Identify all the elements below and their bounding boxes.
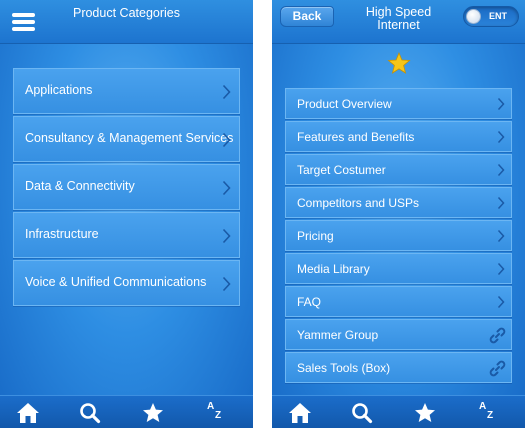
search-icon[interactable] — [77, 401, 103, 425]
list-item-media-library[interactable]: Media Library — [285, 253, 512, 284]
list-item-label: Sales Tools (Box) — [297, 361, 391, 375]
product-detail-screen: Back High Speed Internet ENT Product Ove… — [272, 0, 525, 428]
category-list: Applications Consultancy & Management Se… — [13, 68, 240, 308]
chevron-right-icon — [497, 295, 505, 309]
chevron-right-icon — [222, 132, 231, 148]
chevron-right-icon — [497, 196, 505, 210]
header-bar: Back High Speed Internet ENT — [272, 0, 525, 44]
chevron-right-icon — [222, 180, 231, 196]
category-label: Data & Connectivity — [25, 179, 135, 193]
list-item-label: Features and Benefits — [297, 130, 415, 144]
header-bar: Product Categories — [0, 0, 253, 44]
product-categories-screen: Product Categories Applications Consulta… — [0, 0, 253, 428]
page-title: Product Categories — [72, 6, 180, 20]
back-button[interactable]: Back — [280, 6, 334, 27]
list-item-label: FAQ — [297, 295, 322, 309]
list-item-pricing[interactable]: Pricing — [285, 220, 512, 251]
chevron-right-icon — [222, 228, 231, 244]
search-icon[interactable] — [349, 401, 375, 425]
page-title-line2: Internet — [377, 18, 420, 32]
toggle-knob — [466, 9, 481, 24]
category-label: Voice & Unified Communications — [25, 275, 207, 289]
category-label: Consultancy & Management Services — [25, 131, 234, 145]
list-item-competitors-usps[interactable]: Competitors and USPs — [285, 187, 512, 218]
home-icon[interactable] — [287, 401, 313, 425]
list-item-features-benefits[interactable]: Features and Benefits — [285, 121, 512, 152]
detail-list: Product Overview Features and Benefits T… — [285, 88, 512, 385]
category-item-infrastructure[interactable]: Infrastructure — [13, 212, 240, 258]
category-item-consultancy[interactable]: Consultancy & Management Services — [13, 116, 240, 162]
chevron-right-icon — [222, 276, 231, 292]
link-icon — [489, 327, 506, 344]
az-sort-icon[interactable]: A Z — [474, 401, 500, 425]
category-label: Infrastructure — [25, 227, 99, 241]
chevron-right-icon — [497, 262, 505, 276]
list-item-label: Pricing — [297, 229, 334, 243]
list-item-label: Product Overview — [297, 97, 392, 111]
category-item-applications[interactable]: Applications — [13, 68, 240, 114]
chevron-right-icon — [497, 130, 505, 144]
favorite-star-icon[interactable] — [387, 52, 411, 75]
chevron-right-icon — [497, 97, 505, 111]
list-item-label: Target Costumer — [297, 163, 386, 177]
link-icon — [489, 360, 506, 377]
toggle-label: ENT — [489, 11, 507, 21]
list-item-target-costumer[interactable]: Target Costumer — [285, 154, 512, 185]
tab-bar: A Z — [0, 395, 253, 428]
list-item-faq[interactable]: FAQ — [285, 286, 512, 317]
category-label: Applications — [25, 83, 93, 97]
list-item-label: Yammer Group — [297, 328, 379, 342]
list-item-label: Media Library — [297, 262, 370, 276]
page-title: High Speed Internet — [327, 6, 470, 32]
list-item-yammer-group[interactable]: Yammer Group — [285, 319, 512, 350]
chevron-right-icon — [497, 229, 505, 243]
chevron-right-icon — [222, 84, 231, 100]
list-item-label: Competitors and USPs — [297, 196, 420, 210]
home-icon[interactable] — [15, 401, 41, 425]
category-item-data-connectivity[interactable]: Data & Connectivity — [13, 164, 240, 210]
star-icon[interactable] — [140, 401, 166, 425]
tab-bar: A Z — [272, 395, 525, 428]
star-icon[interactable] — [412, 401, 438, 425]
list-item-sales-tools[interactable]: Sales Tools (Box) — [285, 352, 512, 383]
category-item-voice-unified[interactable]: Voice & Unified Communications — [13, 260, 240, 306]
ent-toggle[interactable]: ENT — [463, 6, 519, 27]
az-sort-icon[interactable]: A Z — [202, 401, 228, 425]
chevron-right-icon — [497, 163, 505, 177]
list-item-product-overview[interactable]: Product Overview — [285, 88, 512, 119]
